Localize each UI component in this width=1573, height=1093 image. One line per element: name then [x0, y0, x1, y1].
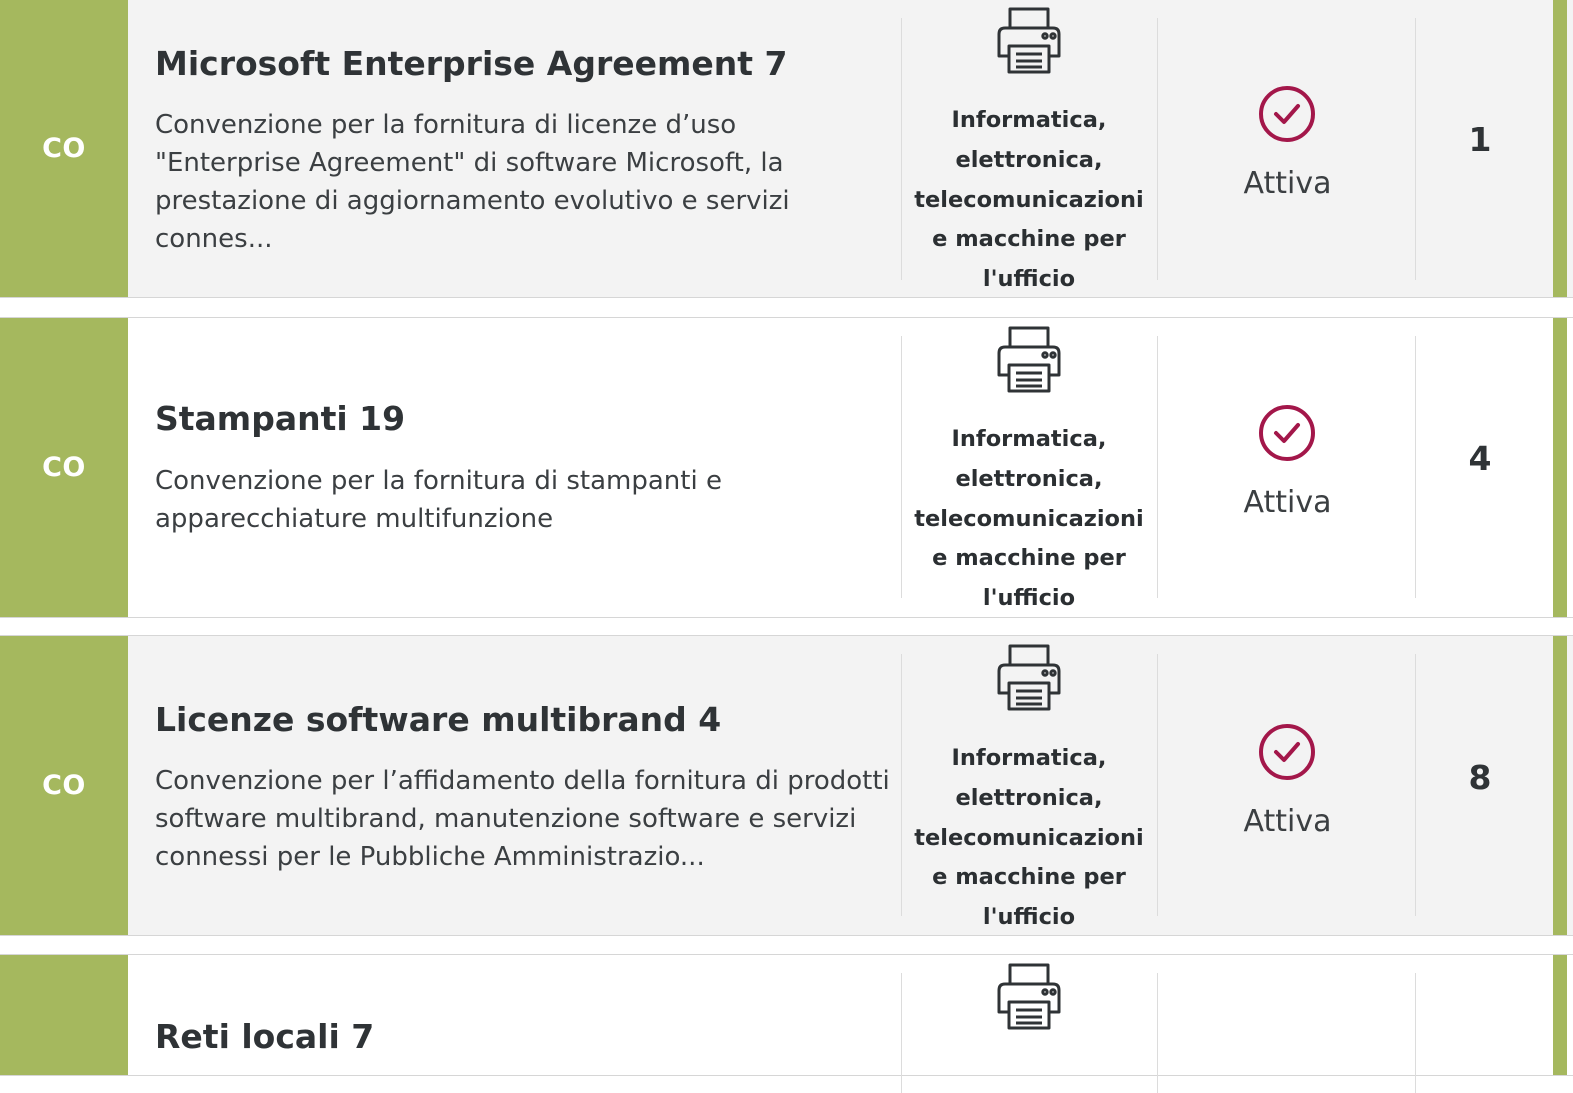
printer-icon [997, 326, 1061, 393]
printer-icon [997, 644, 1061, 711]
table-row[interactable]: CO Licenze software multibrand 4 Convenz… [0, 635, 1573, 936]
check-circle-icon [1259, 405, 1315, 461]
status-label: Attiva [1243, 166, 1332, 201]
item-count: 1 [1468, 120, 1492, 159]
column-divider [1415, 336, 1416, 598]
row-accent-bar [1553, 955, 1567, 1075]
table-row[interactable]: Reti locali 7 [0, 954, 1573, 1093]
type-badge: CO [0, 0, 128, 297]
column-divider [901, 654, 902, 916]
column-divider [1415, 654, 1416, 916]
category-label: Informatica, elettronica, telecomunicazi… [914, 426, 1144, 612]
column-divider [1157, 336, 1158, 598]
category-label: Informatica, elettronica, telecomunicazi… [914, 107, 1144, 293]
convention-description: Convenzione per la fornitura di stampant… [155, 466, 722, 534]
printer-icon [997, 963, 1061, 1030]
table-row[interactable]: CO Stampanti 19 Convenzione per la forni… [0, 317, 1573, 618]
row-accent-bar [1553, 318, 1567, 617]
status-label: Attiva [1243, 485, 1332, 520]
column-divider [901, 336, 902, 598]
column-divider [1415, 973, 1416, 1093]
column-divider [1157, 18, 1158, 280]
type-badge [0, 955, 128, 1075]
type-badge: CO [0, 636, 128, 935]
column-divider [901, 18, 902, 280]
convention-title[interactable]: Stampanti 19 [155, 399, 405, 438]
convention-title[interactable]: Microsoft Enterprise Agreement 7 [155, 44, 787, 83]
category-label: Informatica, elettronica, telecomunicazi… [914, 745, 1144, 931]
column-divider [1157, 973, 1158, 1093]
item-count: 4 [1468, 439, 1492, 478]
convention-description: Convenzione per l’affidamento della forn… [155, 766, 890, 872]
column-divider [901, 973, 902, 1093]
type-badge: CO [0, 318, 128, 617]
convention-title[interactable]: Reti locali 7 [155, 1017, 374, 1056]
column-divider [1415, 18, 1416, 280]
convention-title[interactable]: Licenze software multibrand 4 [155, 700, 721, 739]
printer-icon [997, 7, 1061, 74]
check-circle-icon [1259, 724, 1315, 780]
convention-description: Convenzione per la fornitura di licenze … [155, 110, 790, 254]
row-accent-bar [1553, 0, 1567, 297]
check-circle-icon [1259, 86, 1315, 142]
item-count: 8 [1468, 758, 1492, 797]
table-row[interactable]: CO Microsoft Enterprise Agreement 7 Conv… [0, 0, 1573, 298]
row-accent-bar [1553, 636, 1567, 935]
column-divider [1157, 654, 1158, 916]
status-label: Attiva [1243, 804, 1332, 839]
